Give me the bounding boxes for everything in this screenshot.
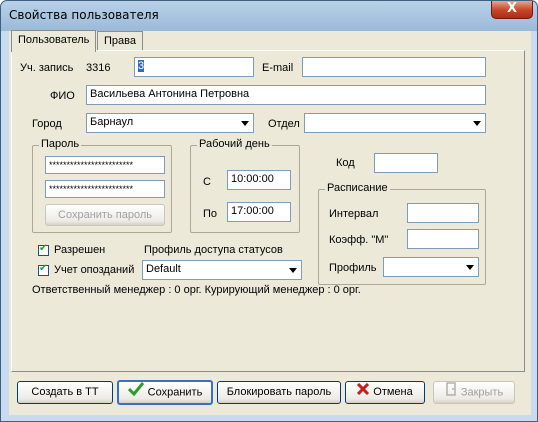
interval-input[interactable] xyxy=(407,203,479,223)
save-button[interactable]: Сохранить xyxy=(117,380,213,405)
lateness-checkbox[interactable] xyxy=(38,263,49,276)
lateness-label: Учет опозданий xyxy=(54,264,135,276)
schedule-group: Расписание Интервал Коэфф. "М" Профиль xyxy=(318,182,486,285)
block-password-button[interactable]: Блокировать пароль xyxy=(217,381,341,404)
city-label: Город xyxy=(32,118,62,130)
profile-label: Профиль xyxy=(329,262,377,274)
cancel-button[interactable]: Отмена xyxy=(345,381,425,404)
email-label: E-mail xyxy=(262,62,294,74)
email-input[interactable] xyxy=(302,57,486,77)
account-label: Уч. запись xyxy=(20,62,74,74)
city-combo[interactable]: Барнаул xyxy=(86,113,254,133)
managers-info: Ответственный менеджер : 0 орг. Курирующ… xyxy=(32,284,361,296)
workday-from-label: С xyxy=(203,176,211,188)
cancel-button-label: Отмена xyxy=(373,386,413,398)
fio-input[interactable]: Васильева Антонина Петровна xyxy=(86,85,486,105)
workday-to-label: По xyxy=(203,208,218,220)
profile-combo[interactable] xyxy=(383,257,479,277)
fio-label: ФИО xyxy=(50,90,75,102)
title-bar[interactable]: Свойства пользователя X xyxy=(1,1,537,29)
department-label: Отдел xyxy=(268,118,300,130)
chevron-down-icon[interactable] xyxy=(462,258,478,276)
coef-label: Коэфф. "М" xyxy=(329,234,389,246)
close-button[interactable]: Закрыть xyxy=(433,381,515,404)
workday-from-input[interactable]: 10:00:00 xyxy=(227,170,291,190)
checkmark-icon xyxy=(127,382,144,403)
status-profile-value: Default xyxy=(146,263,181,275)
account-input[interactable]: 3 xyxy=(134,57,254,77)
code-label: Код xyxy=(336,157,355,169)
user-tab-panel: Уч. запись 3316 3 E-mail ФИО Васильева А… xyxy=(11,50,525,372)
door-icon xyxy=(445,382,457,403)
coef-input[interactable] xyxy=(407,229,479,249)
schedule-group-title: Расписание xyxy=(325,182,390,194)
cross-icon xyxy=(357,382,370,402)
interval-label: Интервал xyxy=(329,208,379,220)
save-button-label: Сохранить xyxy=(147,386,203,399)
allowed-label: Разрешен xyxy=(54,244,106,256)
save-password-button[interactable]: Сохранить пароль xyxy=(45,204,165,226)
chevron-down-icon[interactable] xyxy=(237,114,253,132)
password-group: Пароль ************************ ********… xyxy=(32,138,172,233)
password-confirm-field[interactable]: ************************ xyxy=(45,180,165,198)
tab-user[interactable]: Пользователь xyxy=(11,30,97,52)
status-profile-label: Профиль доступа статусов xyxy=(144,244,283,256)
allowed-checkbox[interactable] xyxy=(38,243,49,256)
code-input[interactable] xyxy=(374,153,438,173)
account-number: 3316 xyxy=(86,62,111,74)
password-group-title: Пароль xyxy=(39,138,82,150)
window-title: Свойства пользователя xyxy=(9,8,159,22)
window-close-button[interactable]: X xyxy=(491,1,533,19)
close-icon: X xyxy=(506,1,518,16)
status-profile-combo[interactable]: Default xyxy=(142,260,302,280)
dialog-window: Свойства пользователя X Пользователь Пра… xyxy=(0,0,538,422)
chevron-down-icon[interactable] xyxy=(285,261,301,279)
create-tt-button[interactable]: Создать в ТТ xyxy=(17,381,113,404)
workday-group-title: Рабочий день xyxy=(197,138,272,150)
chevron-down-icon[interactable] xyxy=(469,114,485,132)
workday-group: Рабочий день С 10:00:00 По 17:00:00 xyxy=(190,138,300,233)
workday-to-input[interactable]: 17:00:00 xyxy=(227,202,291,222)
close-button-label: Закрыть xyxy=(460,386,504,399)
password-field[interactable]: ************************ xyxy=(45,156,165,174)
city-value: Барнаул xyxy=(90,116,134,128)
dialog-client: Пользователь Права Уч. запись 3316 3 E-m… xyxy=(9,30,531,415)
department-combo[interactable] xyxy=(304,113,486,133)
tab-rights[interactable]: Права xyxy=(97,31,143,51)
